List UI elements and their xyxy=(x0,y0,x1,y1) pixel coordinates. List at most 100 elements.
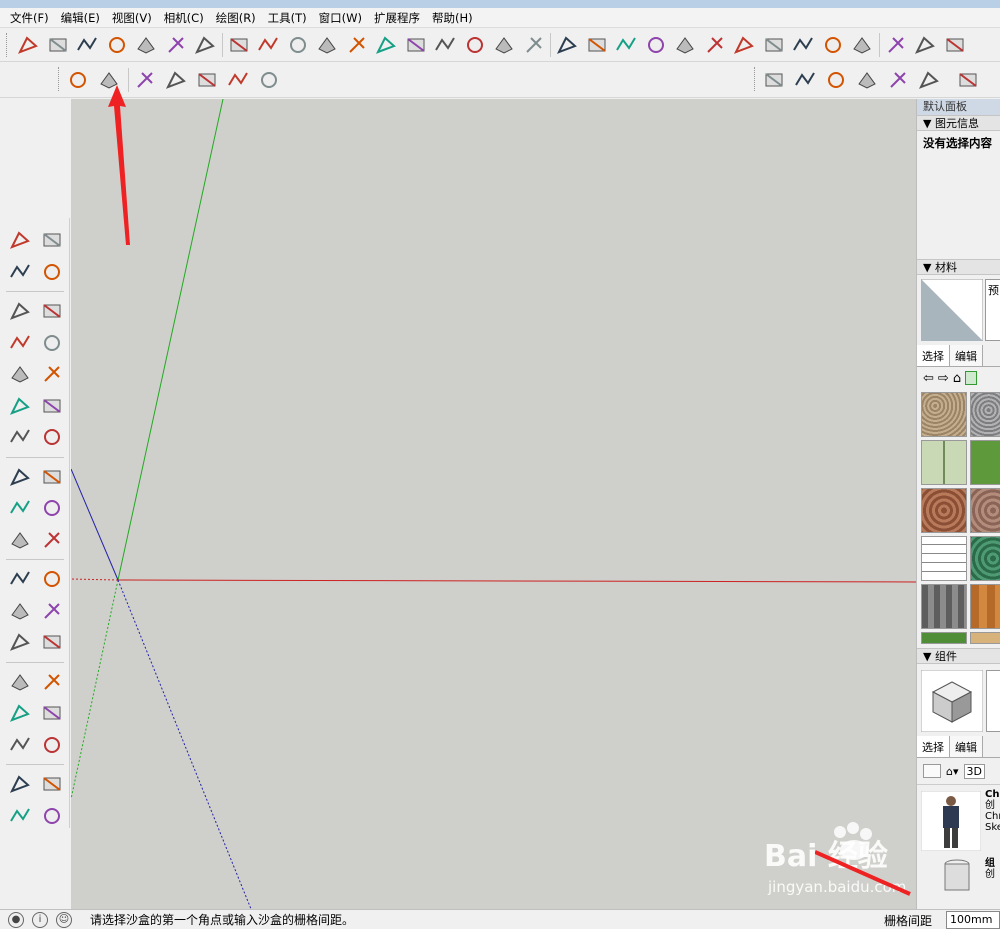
rotate-icon[interactable] xyxy=(6,494,34,522)
iso-view-icon[interactable] xyxy=(760,66,788,94)
eraser-icon[interactable] xyxy=(38,258,66,286)
pencil-icon[interactable] xyxy=(6,297,34,325)
stamp-terrain-icon[interactable] xyxy=(162,66,190,94)
menu-item[interactable]: 窗口(W) xyxy=(313,8,368,28)
polygon-icon[interactable] xyxy=(38,360,66,388)
flip-edge-icon[interactable] xyxy=(191,31,219,59)
pie-icon[interactable] xyxy=(38,423,66,451)
toolbar-grip[interactable] xyxy=(754,67,757,91)
material-swatch[interactable] xyxy=(970,632,1000,644)
walk-icon[interactable] xyxy=(6,802,34,830)
shape-bender-icon[interactable] xyxy=(461,31,489,59)
dimension-icon[interactable] xyxy=(38,565,66,593)
move-icon[interactable] xyxy=(6,463,34,491)
toolbar-grip[interactable] xyxy=(58,67,61,91)
material-name-field[interactable]: 预 xyxy=(985,279,1000,341)
add-detail-icon[interactable] xyxy=(162,31,190,59)
material-swatch[interactable] xyxy=(970,536,1000,581)
geo-location-icon[interactable]: ● xyxy=(8,911,24,928)
material-swatch[interactable] xyxy=(921,584,967,629)
menu-item[interactable]: 绘图(R) xyxy=(210,8,262,28)
solid-subtract-icon[interactable] xyxy=(254,31,282,59)
menu-item[interactable]: 相机(C) xyxy=(158,8,210,28)
orbit-icon[interactable] xyxy=(6,668,34,696)
rss-icon[interactable] xyxy=(911,31,939,59)
top-view-icon[interactable] xyxy=(791,66,819,94)
position-camera-icon[interactable] xyxy=(6,770,34,798)
previous-view-icon[interactable] xyxy=(38,731,66,759)
su-app-icon[interactable] xyxy=(941,31,969,59)
drape-icon[interactable] xyxy=(132,31,160,59)
curviloft-icon[interactable] xyxy=(490,31,518,59)
sandbox-from-scratch-icon[interactable] xyxy=(44,31,72,59)
material-swatch[interactable] xyxy=(921,632,967,644)
material-swatch[interactable] xyxy=(970,440,1000,485)
zoom-window-icon[interactable] xyxy=(38,699,66,727)
menu-item[interactable]: 编辑(E) xyxy=(55,8,106,28)
component-list-item[interactable]: Ch 创 Chr Ske xyxy=(917,784,1000,854)
component-name-field[interactable] xyxy=(986,670,1000,732)
front-view-icon[interactable] xyxy=(822,66,850,94)
home-icon[interactable]: ⌂ xyxy=(953,371,961,386)
forward-arrow-icon[interactable]: ⇨ xyxy=(938,371,949,386)
drape-terrain-icon[interactable] xyxy=(193,66,221,94)
tab-select[interactable]: 选择 xyxy=(917,345,950,366)
tab-edit[interactable]: 编辑 xyxy=(950,345,983,366)
camera-icon[interactable] xyxy=(701,31,729,59)
select-icon[interactable] xyxy=(6,226,34,254)
sandbox-contours-icon[interactable] xyxy=(64,66,92,94)
back-arrow-icon[interactable]: ⇦ xyxy=(923,371,934,386)
library-icon[interactable] xyxy=(965,371,978,385)
paint-bucket-icon[interactable] xyxy=(6,258,34,286)
menu-item[interactable]: 扩展程序 xyxy=(368,8,426,28)
3b-icon[interactable] xyxy=(882,31,910,59)
home-icon[interactable]: ⌂▾ xyxy=(946,765,959,778)
stamp-icon[interactable] xyxy=(103,31,131,59)
sandbox-from-contours-icon[interactable] xyxy=(14,31,42,59)
user-icon[interactable]: ☺ xyxy=(56,911,72,928)
offset-icon[interactable] xyxy=(402,31,430,59)
push-pull-icon[interactable] xyxy=(431,31,459,59)
component-list-item[interactable]: 组 创 xyxy=(917,854,1000,894)
flip-edge-terrain-icon[interactable] xyxy=(255,66,283,94)
protractor-icon[interactable] xyxy=(6,597,34,625)
3d-text-icon[interactable] xyxy=(38,628,66,656)
zoom-icon[interactable] xyxy=(6,699,34,727)
ruby-console-icon[interactable] xyxy=(612,31,640,59)
section-plane-icon[interactable] xyxy=(38,802,66,830)
smoove-icon[interactable] xyxy=(73,31,101,59)
right-view-icon[interactable] xyxy=(853,66,881,94)
menu-item[interactable]: 文件(F) xyxy=(4,8,55,28)
material-swatch[interactable] xyxy=(921,488,967,533)
look-around-icon[interactable] xyxy=(38,770,66,798)
component-icon[interactable] xyxy=(38,226,66,254)
follow-me-icon[interactable] xyxy=(372,31,400,59)
extrude-icon[interactable] xyxy=(583,31,611,59)
tape-measure-icon[interactable] xyxy=(6,565,34,593)
entity-info-header[interactable]: ▼ 图元信息 xyxy=(917,115,1000,131)
menu-item[interactable]: 帮助(H) xyxy=(426,8,479,28)
pen-icon[interactable] xyxy=(848,31,876,59)
push-pull-icon[interactable] xyxy=(38,463,66,491)
circle-icon[interactable] xyxy=(6,360,34,388)
solid-union-icon[interactable] xyxy=(225,31,253,59)
scale-icon[interactable] xyxy=(6,526,34,554)
rectangle-icon[interactable] xyxy=(6,329,34,357)
two-point-arc-icon[interactable] xyxy=(38,392,66,420)
style-icon[interactable] xyxy=(819,31,847,59)
material-swatch[interactable] xyxy=(921,536,967,581)
fillet-icon[interactable] xyxy=(553,31,581,59)
text-icon[interactable] xyxy=(38,597,66,625)
arc-icon[interactable] xyxy=(6,392,34,420)
toolbar-grip[interactable] xyxy=(6,33,9,57)
material-swatch[interactable] xyxy=(921,392,967,437)
component-icon[interactable] xyxy=(760,31,788,59)
section-icon[interactable] xyxy=(642,31,670,59)
back-view-icon[interactable] xyxy=(884,66,912,94)
curve-icon[interactable] xyxy=(343,31,371,59)
layers-icon[interactable] xyxy=(954,66,982,94)
menu-item[interactable]: 视图(V) xyxy=(106,8,158,28)
left-view-icon[interactable] xyxy=(915,66,943,94)
freehand-icon[interactable] xyxy=(38,297,66,325)
arc-icon[interactable] xyxy=(313,31,341,59)
